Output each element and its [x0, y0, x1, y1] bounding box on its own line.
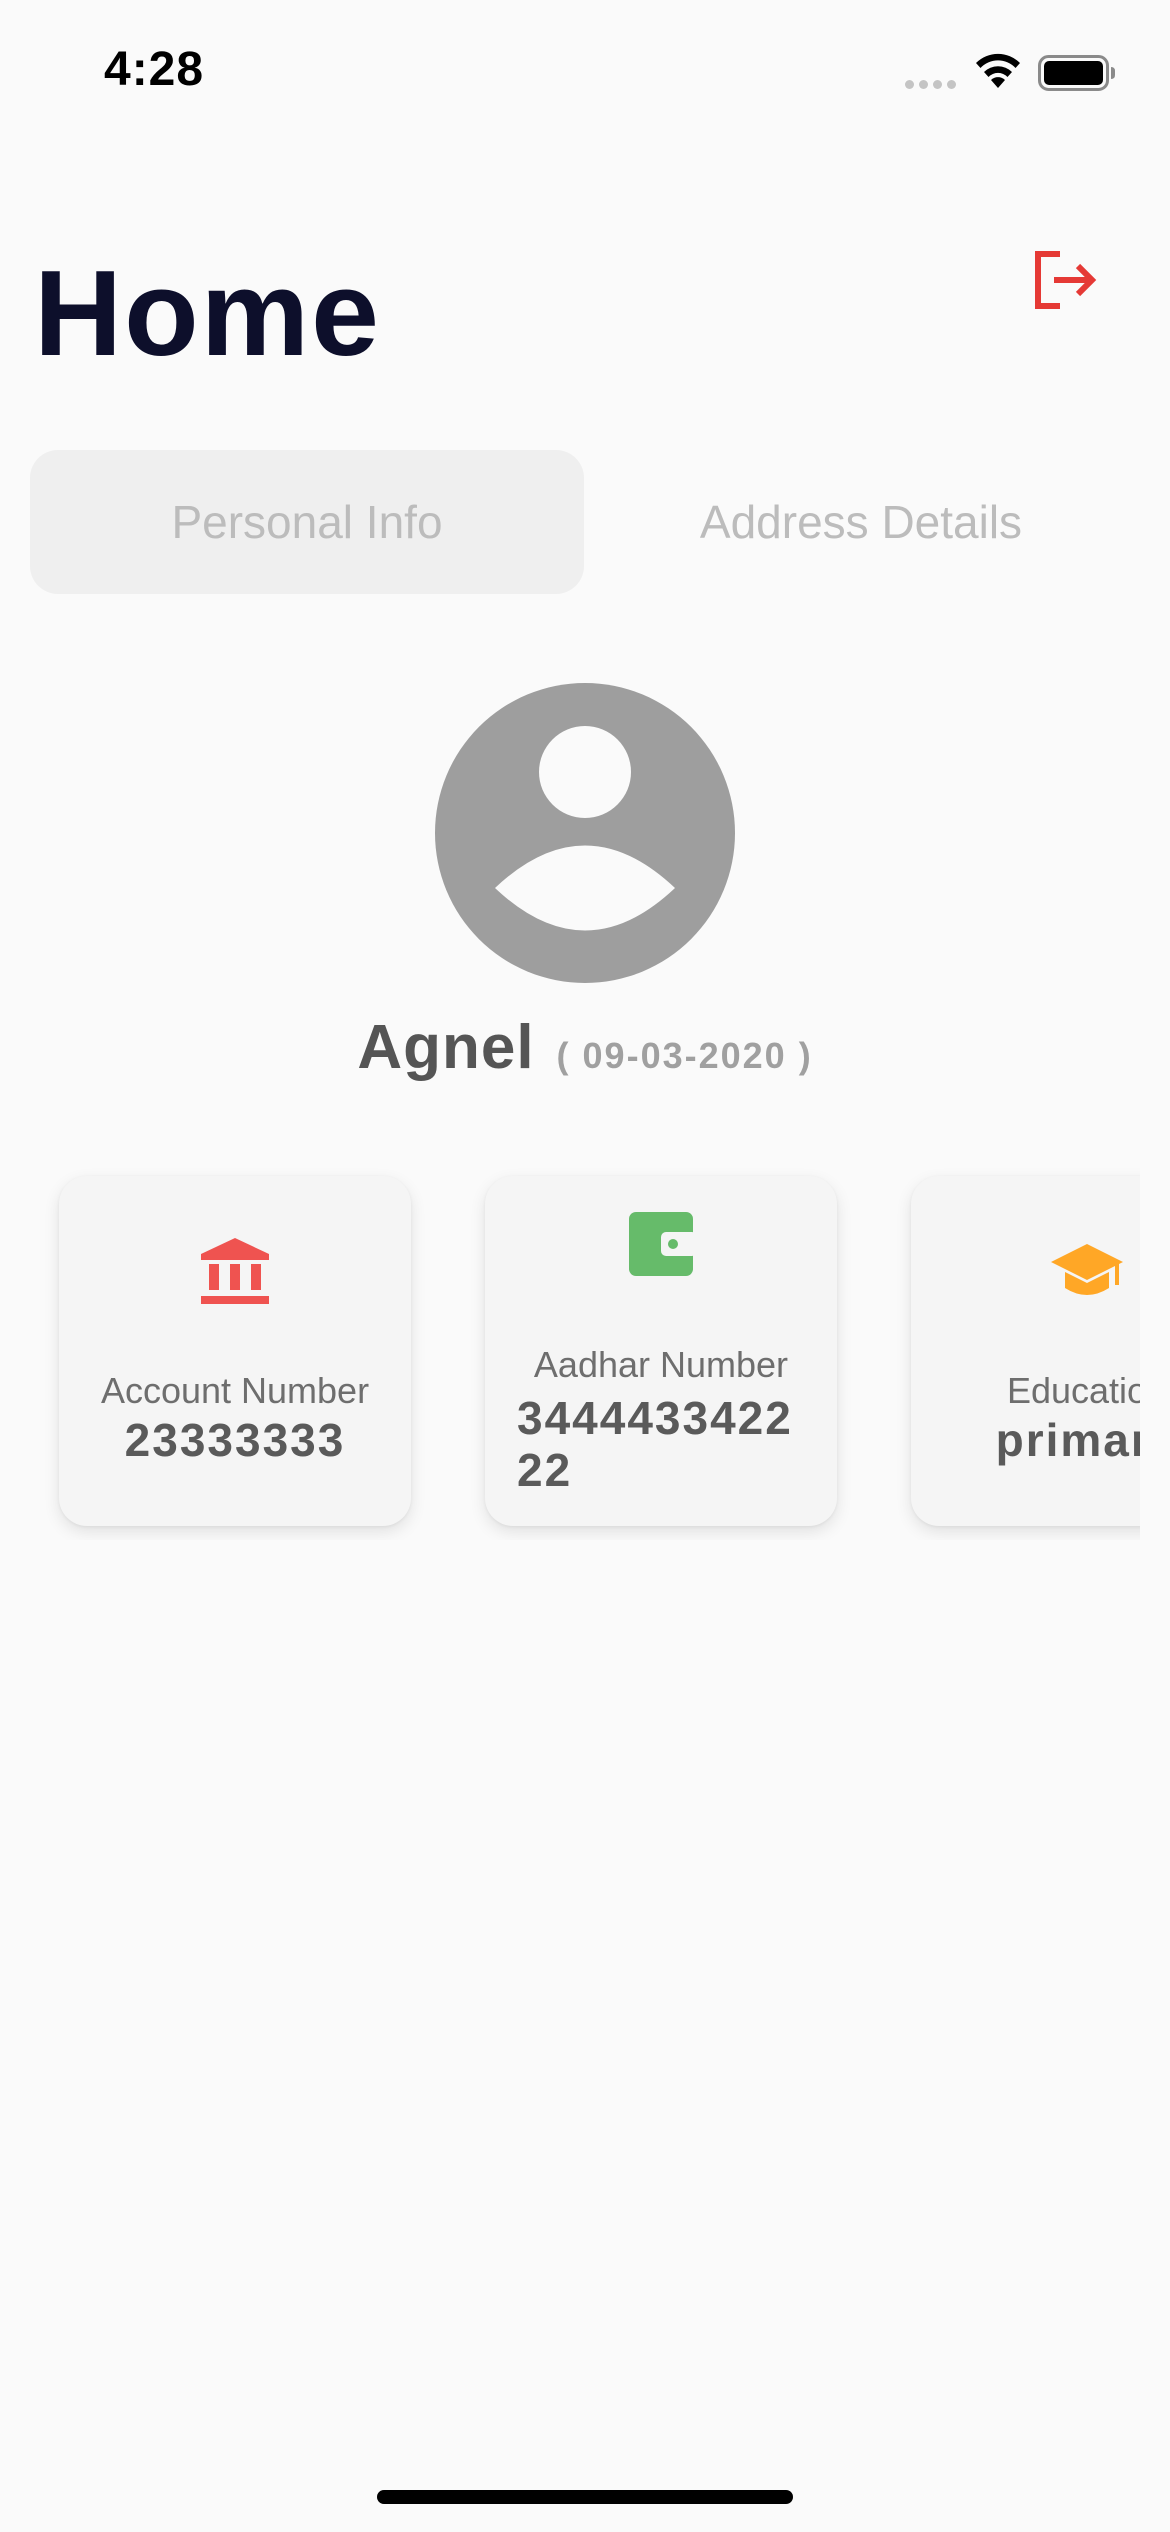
profile-name: Agnel: [357, 1013, 535, 1082]
wallet-icon: [629, 1212, 697, 1276]
card-value: 23333333: [124, 1414, 346, 1466]
card-value: 344443342222: [517, 1392, 793, 1496]
card-label: Account Number: [100, 1370, 370, 1411]
profile-summary: Agnel ( 09-03-2020 ): [0, 1012, 1170, 1083]
battery-icon: [1038, 55, 1115, 91]
tab-label: Personal Info: [171, 496, 443, 548]
tab-address-details[interactable]: Address Details: [584, 450, 1138, 594]
wifi-icon: [976, 53, 1020, 88]
page-title: Home: [34, 245, 381, 381]
card-label: Aadhar Number: [533, 1344, 789, 1385]
logout-icon: [1035, 251, 1097, 309]
bank-icon: [201, 1238, 269, 1304]
graduation-cap-icon: [1051, 1244, 1123, 1295]
card-value: primary: [995, 1414, 1140, 1466]
education-card[interactable]: Education primary: [911, 1176, 1140, 1526]
account-number-card[interactable]: Account Number 23333333: [59, 1176, 411, 1526]
card-label: Education: [1006, 1370, 1140, 1411]
tab-personal-info[interactable]: Personal Info: [30, 450, 584, 594]
home-indicator[interactable]: [377, 2490, 793, 2504]
tab-label: Address Details: [699, 496, 1023, 548]
person-avatar-icon: [435, 683, 735, 983]
cellular-signal-icon: [905, 80, 956, 89]
profile-dob: ( 09-03-2020 ): [556, 1035, 813, 1076]
logout-button[interactable]: [1030, 248, 1100, 312]
status-time: 4:28: [104, 43, 205, 96]
info-cards-carousel[interactable]: Account Number 23333333 Aadhar Number 34…: [0, 1160, 1140, 1540]
aadhar-number-card[interactable]: Aadhar Number 344443342222: [485, 1176, 837, 1526]
